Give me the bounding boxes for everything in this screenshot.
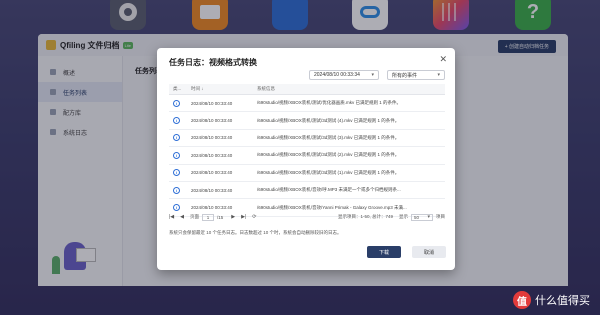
time-cell: 2024/08/10 00:33:40 (191, 100, 233, 106)
page-label: 页面 (190, 214, 200, 219)
log-table: 类... 时间 ↓ 系统信息 i 2024/08/10 00:33:40/690s… (169, 84, 445, 217)
message-cell: /690studio/视频/XBOX装机/音效/Yanni Primak - G… (257, 204, 407, 210)
message-cell: /690studio/视频/XBOX装机/测试/优化器画质.mkv 已满足规则 … (257, 100, 402, 106)
type-cell: i (169, 117, 191, 125)
info-icon: i (173, 169, 180, 177)
prev-page-icon[interactable]: ◀ (180, 214, 184, 220)
info-icon: i (173, 134, 180, 142)
time-cell: 2024/08/10 00:33:40 (191, 170, 233, 176)
total-pages: /15 (217, 214, 224, 220)
info-icon: i (173, 99, 180, 107)
table-row[interactable]: i 2024/08/10 00:33:40/690studio/视频/XBOX装机… (169, 182, 445, 200)
last-page-icon[interactable]: ▶| (241, 214, 246, 220)
message-cell: /690studio/视频/XBOX装机/测试/3d测试 (4).mkv 已满足… (257, 117, 400, 123)
column-message[interactable]: 系统信息 (257, 86, 445, 92)
table-row[interactable]: i 2024/08/10 00:33:40/690studio/视频/XBOX装机… (169, 112, 445, 130)
info-icon: i (173, 117, 180, 125)
type-cell: i (169, 99, 191, 107)
watermark-text: 什么值得买 (535, 295, 590, 307)
download-button[interactable]: 下载 (367, 246, 401, 258)
table-row[interactable]: i 2024/08/10 00:33:40/690studio/视频/XBOX装机… (169, 165, 445, 182)
per-page-label: 显示 (399, 214, 408, 219)
column-time[interactable]: 时间 ↓ (191, 86, 257, 92)
type-cell: i (169, 134, 191, 142)
page-input[interactable]: 1 (202, 213, 215, 221)
type-cell: i (169, 151, 191, 159)
close-icon[interactable]: ✕ (439, 54, 447, 65)
message-cell: /690studio/视频/XBOX装机/测试/3d测试 (3).mkv 已满足… (257, 134, 400, 140)
info-icon: i (173, 204, 180, 212)
watermark: 值 什么值得买 (513, 291, 590, 309)
time-cell: 2024/08/10 00:33:40 (191, 205, 233, 211)
display-info: 显示项目：1-50, 总计：749 (337, 214, 393, 219)
next-page-icon[interactable]: ▶ (231, 214, 235, 220)
info-icon: i (173, 186, 180, 194)
task-log-dialog: 任务日志：视频格式转换 ✕ 2024/08/10 00:33:34 ▾ 所有的事… (157, 48, 455, 270)
time-cell: 2024/08/10 00:33:40 (191, 152, 233, 158)
message-cell: /690studio/视频/XBOX装机/音效/呼.MP3 未满足一个或多个归档… (257, 187, 401, 193)
table-header: 类... 时间 ↓ 系统信息 (169, 84, 445, 95)
time-cell: 2024/08/10 00:33:40 (191, 135, 233, 141)
time-cell: 2024/08/10 00:33:40 (191, 118, 233, 124)
event-filter-select[interactable]: 所有的事件 ▾ (387, 70, 445, 80)
chevron-down-icon: ▾ (371, 72, 374, 78)
message-cell: /690studio/视频/XBOX装机/测试/3d测试 (2).mkv 已满足… (257, 152, 400, 158)
column-type[interactable]: 类... (169, 86, 191, 92)
refresh-icon[interactable]: ⟳ (252, 214, 256, 220)
per-page-select[interactable]: 50 ▾ (411, 213, 433, 221)
date-filter-value: 2024/08/10 00:33:34 (314, 72, 360, 78)
first-page-icon[interactable]: |◀ (169, 214, 174, 220)
table-row[interactable]: i 2024/08/10 00:33:40/690studio/视频/XBOX装机… (169, 95, 445, 113)
watermark-logo: 值 (513, 291, 531, 309)
type-cell: i (169, 186, 191, 194)
chevron-down-icon: ▾ (437, 72, 440, 78)
date-filter-select[interactable]: 2024/08/10 00:33:34 ▾ (309, 70, 379, 80)
type-cell: i (169, 169, 191, 177)
dialog-title: 任务日志：视频格式转换 (169, 58, 257, 67)
cancel-button[interactable]: 取消 (412, 246, 446, 258)
event-filter-value: 所有的事件 (392, 72, 418, 79)
unit-label: 项目 (436, 214, 445, 219)
message-cell: /690studio/视频/XBOX装机/测试/3d测试 (1).mkv 已满足… (257, 169, 400, 175)
type-cell: i (169, 204, 191, 212)
time-cell: 2024/08/10 00:33:40 (191, 187, 233, 193)
table-row[interactable]: i 2024/08/10 00:33:40/690studio/视频/XBOX装机… (169, 147, 445, 165)
retention-note: 系统只会保留最近 10 个任务日志。日志数超过 10 个时，系统会自动删除较旧的… (169, 230, 342, 235)
info-icon: i (173, 151, 180, 159)
table-row[interactable]: i 2024/08/10 00:33:40/690studio/视频/XBOX装机… (169, 130, 445, 148)
